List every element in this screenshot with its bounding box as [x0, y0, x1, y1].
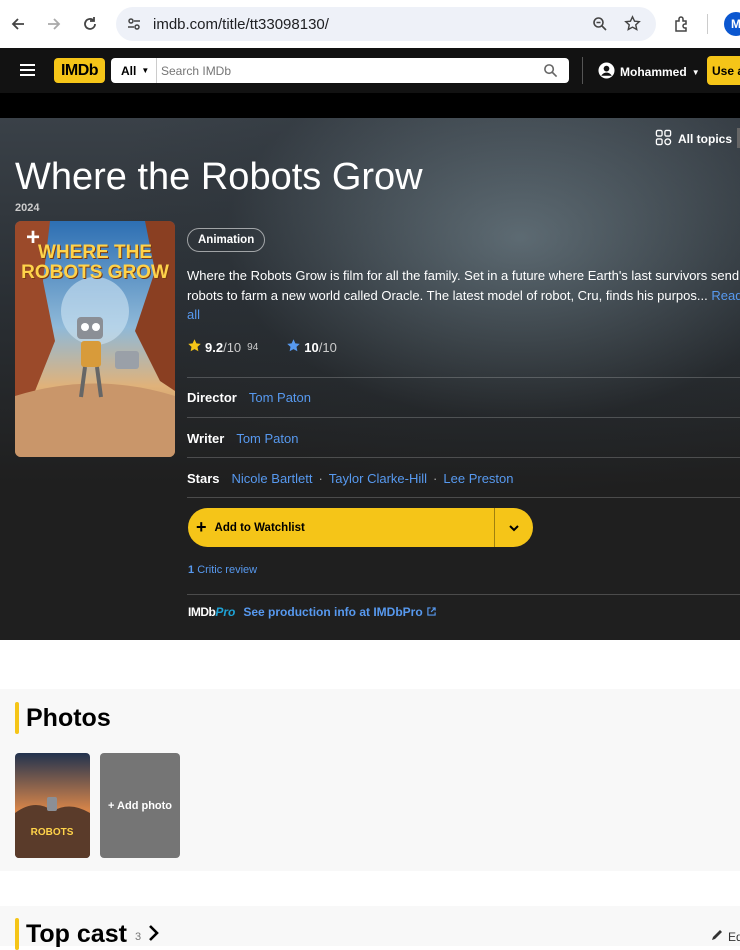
critic-review-link[interactable]: 1 Critic review: [188, 564, 257, 576]
plus-icon: +: [196, 517, 207, 537]
top-cast-heading: Top cast: [26, 919, 127, 948]
all-topics-link[interactable]: All topics: [655, 129, 732, 149]
credit-divider: [187, 377, 740, 378]
url-text[interactable]: imdb.com/title/tt33098130/: [153, 16, 329, 33]
separator-dot: ·: [318, 471, 323, 486]
add-photo-button[interactable]: + Add photo: [100, 753, 180, 858]
svg-text:ROBOTS: ROBOTS: [31, 827, 74, 838]
menu-icon[interactable]: [19, 63, 36, 82]
ratings-row: 9.2 /10 94 10 /10: [187, 338, 337, 356]
writer-link[interactable]: Tom Paton: [236, 431, 298, 446]
rating-value: 9.2: [205, 339, 224, 355]
writer-row: Writer Tom Paton: [187, 431, 298, 446]
release-year[interactable]: 2024: [15, 202, 39, 214]
top-cast-section: Top cast 3 Edit: [0, 906, 740, 950]
director-row: Director Tom Paton: [187, 390, 311, 405]
director-label: Director: [187, 390, 237, 405]
stars-row: Stars Nicole Bartlett · Taylor Clarke-Hi…: [187, 471, 514, 486]
external-link-icon: [427, 605, 436, 619]
poster-image[interactable]: WHERE THE ROBOTS GROW +: [15, 221, 175, 457]
imdbpro-link[interactable]: IMDb Pro See production info at IMDbPro: [188, 605, 436, 619]
edit-label: Edit: [728, 929, 740, 944]
your-rating[interactable]: 10 /10: [286, 338, 337, 356]
plot-text: Where the Robots Grow is film for all th…: [187, 268, 740, 303]
chevron-right-icon: [147, 924, 159, 947]
credit-divider: [187, 497, 740, 498]
photos-heading: Photos: [26, 703, 111, 732]
watchlist-button-group: + Add to Watchlist: [188, 508, 533, 547]
star-link[interactable]: Lee Preston: [443, 471, 513, 486]
user-name: Mohammed: [620, 65, 687, 79]
star-icon: [187, 338, 202, 356]
plot-summary: Where the Robots Grow is film for all th…: [187, 266, 740, 325]
chevron-down-icon: [509, 524, 519, 531]
credit-divider: [187, 417, 740, 418]
add-to-watchlist-button[interactable]: + Add to Watchlist: [188, 508, 494, 547]
search-category-label: All: [121, 63, 137, 78]
section-accent-bar: [15, 702, 19, 734]
top-cast-header[interactable]: Top cast 3: [15, 918, 159, 950]
blue-star-icon: [286, 338, 301, 356]
forward-icon[interactable]: [42, 12, 66, 36]
address-bar[interactable]: imdb.com/title/tt33098130/: [116, 7, 656, 41]
rating-denominator: /10: [223, 339, 242, 355]
search-bar: All ▼: [111, 58, 569, 83]
watchlist-dropdown-button[interactable]: [495, 508, 533, 547]
user-icon: [598, 62, 615, 82]
page-title: Where the Robots Grow: [15, 156, 423, 198]
back-icon[interactable]: [6, 12, 30, 36]
grid-icon: [655, 129, 672, 149]
star-link[interactable]: Nicole Bartlett: [232, 471, 313, 486]
photos-section: Photos ROBOTS + Add photo: [0, 689, 740, 871]
watchlist-label: Add to Watchlist: [214, 521, 305, 534]
black-strip: [0, 93, 740, 118]
site-settings-icon[interactable]: [126, 16, 142, 37]
profile-avatar[interactable]: M: [724, 12, 740, 36]
toolbar-divider: [707, 14, 708, 34]
imdb-rating[interactable]: 9.2 /10 94: [187, 338, 258, 356]
your-rating-denominator: /10: [318, 339, 337, 355]
search-icon[interactable]: [543, 63, 558, 83]
critic-count: 1: [188, 564, 195, 576]
separator-dot: ·: [433, 471, 438, 486]
search-category-select[interactable]: All ▼: [111, 58, 157, 83]
writer-label: Writer: [187, 431, 225, 446]
edit-link[interactable]: Edit: [710, 928, 740, 945]
extensions-icon[interactable]: [670, 12, 694, 36]
bookmark-star-icon[interactable]: [624, 15, 641, 37]
pro-divider: [187, 594, 740, 595]
navbar-divider: [582, 57, 583, 84]
title-hero: All topics Where the Robots Grow 2024 WH…: [0, 118, 740, 640]
user-menu[interactable]: Mohammed ▼: [598, 62, 700, 82]
search-input[interactable]: [159, 60, 529, 81]
critic-label: Critic review: [197, 564, 258, 576]
imdb-navbar: IMDb All ▼ Mohammed ▼ Use app: [0, 48, 740, 93]
rating-count: 94: [247, 341, 259, 353]
use-app-button[interactable]: Use app: [707, 56, 740, 85]
imdbpro-logo-part1: IMDb: [188, 605, 216, 619]
all-topics-label: All topics: [678, 132, 733, 146]
top-cast-count: 3: [134, 931, 142, 943]
genre-chip[interactable]: Animation: [187, 228, 266, 252]
browser-toolbar: imdb.com/title/tt33098130/ M: [0, 0, 740, 48]
credit-divider: [187, 457, 740, 458]
star-link[interactable]: Taylor Clarke-Hill: [329, 471, 427, 486]
zoom-icon[interactable]: [592, 16, 608, 37]
pencil-icon: [710, 928, 724, 945]
chevron-down-icon: ▼: [141, 66, 150, 75]
photo-thumbnail[interactable]: ROBOTS: [15, 753, 90, 858]
imdbpro-text: See production info at IMDbPro: [243, 605, 423, 619]
photos-header[interactable]: Photos: [15, 702, 111, 734]
director-link[interactable]: Tom Paton: [249, 390, 311, 405]
section-accent-bar: [15, 918, 19, 950]
your-rating-value: 10: [304, 339, 319, 355]
imdbpro-logo-part2: Pro: [215, 605, 236, 619]
stars-label: Stars: [187, 471, 220, 486]
reload-icon[interactable]: [78, 12, 102, 36]
imdb-logo[interactable]: IMDb: [54, 58, 105, 83]
caret-down-icon: ▼: [691, 67, 700, 77]
add-to-watchlist-plus-icon[interactable]: +: [19, 225, 47, 253]
